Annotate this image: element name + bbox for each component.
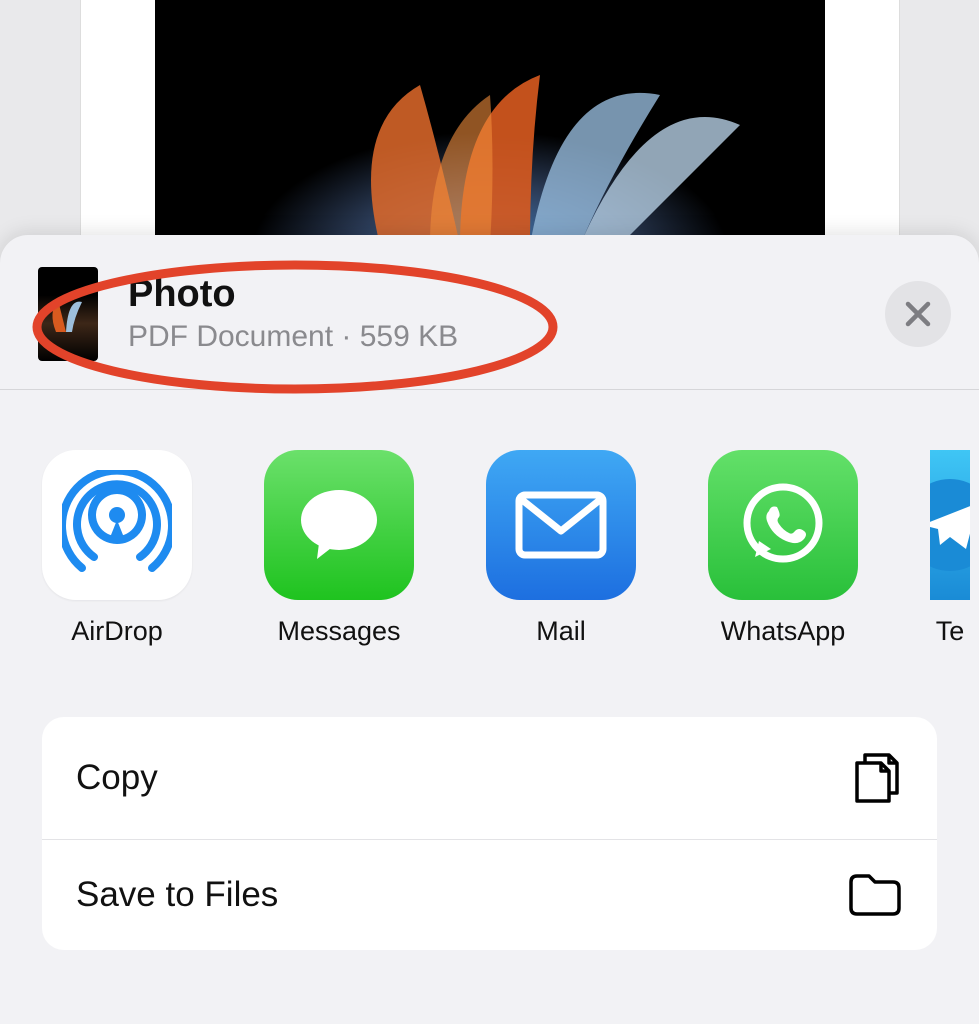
- share-target-messages[interactable]: Messages: [264, 450, 414, 647]
- folder-icon: [847, 872, 903, 918]
- fish-fin-graphic: [230, 65, 750, 235]
- whatsapp-icon: [708, 450, 858, 600]
- close-icon: [903, 299, 933, 329]
- action-save-to-files[interactable]: Save to Files: [42, 839, 937, 950]
- copy-icon: [849, 749, 903, 807]
- mail-icon: [486, 450, 636, 600]
- action-list: Copy Save to Files: [42, 717, 937, 950]
- action-label: Copy: [76, 758, 158, 798]
- share-target-label: AirDrop: [71, 616, 163, 647]
- share-sheet-header: Photo PDF Document · 559 KB: [0, 235, 979, 390]
- share-target-telegram[interactable]: Te: [930, 450, 970, 647]
- telegram-icon: [930, 450, 970, 600]
- action-label: Save to Files: [76, 875, 278, 915]
- preview-image: [155, 0, 825, 235]
- close-button[interactable]: [885, 281, 951, 347]
- preview-frame: [80, 0, 900, 235]
- share-targets-row[interactable]: AirDrop Messages Mail: [0, 390, 979, 647]
- document-meta: Photo PDF Document · 559 KB: [128, 274, 885, 354]
- document-thumbnail: [38, 267, 98, 361]
- background-preview: [0, 0, 979, 235]
- share-target-label: Messages: [277, 616, 400, 647]
- share-target-label: WhatsApp: [721, 616, 846, 647]
- share-target-label: Mail: [536, 616, 586, 647]
- share-target-label: Te: [936, 616, 965, 647]
- document-title: Photo: [128, 274, 885, 316]
- share-target-mail[interactable]: Mail: [486, 450, 636, 647]
- share-target-airdrop[interactable]: AirDrop: [42, 450, 192, 647]
- action-copy[interactable]: Copy: [42, 717, 937, 839]
- airdrop-icon: [42, 450, 192, 600]
- messages-icon: [264, 450, 414, 600]
- share-sheet: Photo PDF Document · 559 KB: [0, 235, 979, 1024]
- share-target-whatsapp[interactable]: WhatsApp: [708, 450, 858, 647]
- document-subtitle: PDF Document · 559 KB: [128, 320, 885, 354]
